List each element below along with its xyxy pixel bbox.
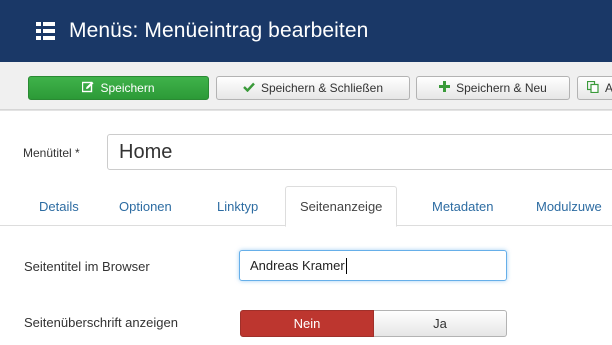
page-title: Menüs: Menüeintrag bearbeiten: [69, 19, 369, 42]
page-header: Menüs: Menüeintrag bearbeiten: [0, 0, 612, 62]
edit-icon: [82, 81, 94, 96]
show-heading-toggle: Nein Ja: [240, 310, 507, 337]
text-caret: [345, 257, 347, 274]
edit-form: Menütitel * Home Details Optionen Linkty…: [0, 110, 612, 345]
save-close-button[interactable]: Speichern & Schließen: [216, 76, 410, 100]
tab-metadaten[interactable]: Metadaten: [432, 186, 493, 226]
browser-title-value: Andreas Kramer: [250, 258, 345, 273]
save-new-button[interactable]: Speichern & Neu: [416, 76, 570, 100]
browser-title-input[interactable]: Andreas Kramer: [239, 250, 507, 281]
tab-bar: Details Optionen Linktyp Seitenanzeige M…: [0, 186, 612, 227]
tab-seitenanzeige[interactable]: Seitenanzeige: [285, 186, 398, 227]
save-as-copy-button[interactable]: A: [577, 76, 612, 100]
menu-list-icon: [36, 22, 55, 40]
tab-details[interactable]: Details: [39, 186, 79, 226]
show-heading-label: Seitenüberschrift anzeigen: [24, 315, 178, 330]
tab-linktyp[interactable]: Linktyp: [217, 186, 258, 226]
save-close-label: Speichern & Schließen: [260, 81, 384, 95]
menu-title-label: Menütitel *: [23, 146, 80, 160]
menu-title-input[interactable]: Home: [107, 134, 612, 170]
toolbar: Speichern Speichern & Schließen Speicher…: [0, 62, 612, 110]
check-icon: [243, 81, 255, 95]
tab-modulzuweisung[interactable]: Modulzuwe: [536, 186, 602, 226]
save-new-label: Speichern & Neu: [456, 81, 547, 95]
toggle-yes-option[interactable]: Ja: [374, 310, 507, 337]
copy-label: A: [605, 81, 612, 95]
save-button-label: Speichern: [100, 81, 155, 95]
toggle-no-option[interactable]: Nein: [240, 310, 374, 337]
plus-icon: [439, 81, 451, 95]
tab-optionen[interactable]: Optionen: [119, 186, 172, 226]
copy-icon: [586, 80, 599, 96]
save-button[interactable]: Speichern: [28, 76, 209, 100]
browser-title-label: Seitentitel im Browser: [24, 259, 150, 274]
